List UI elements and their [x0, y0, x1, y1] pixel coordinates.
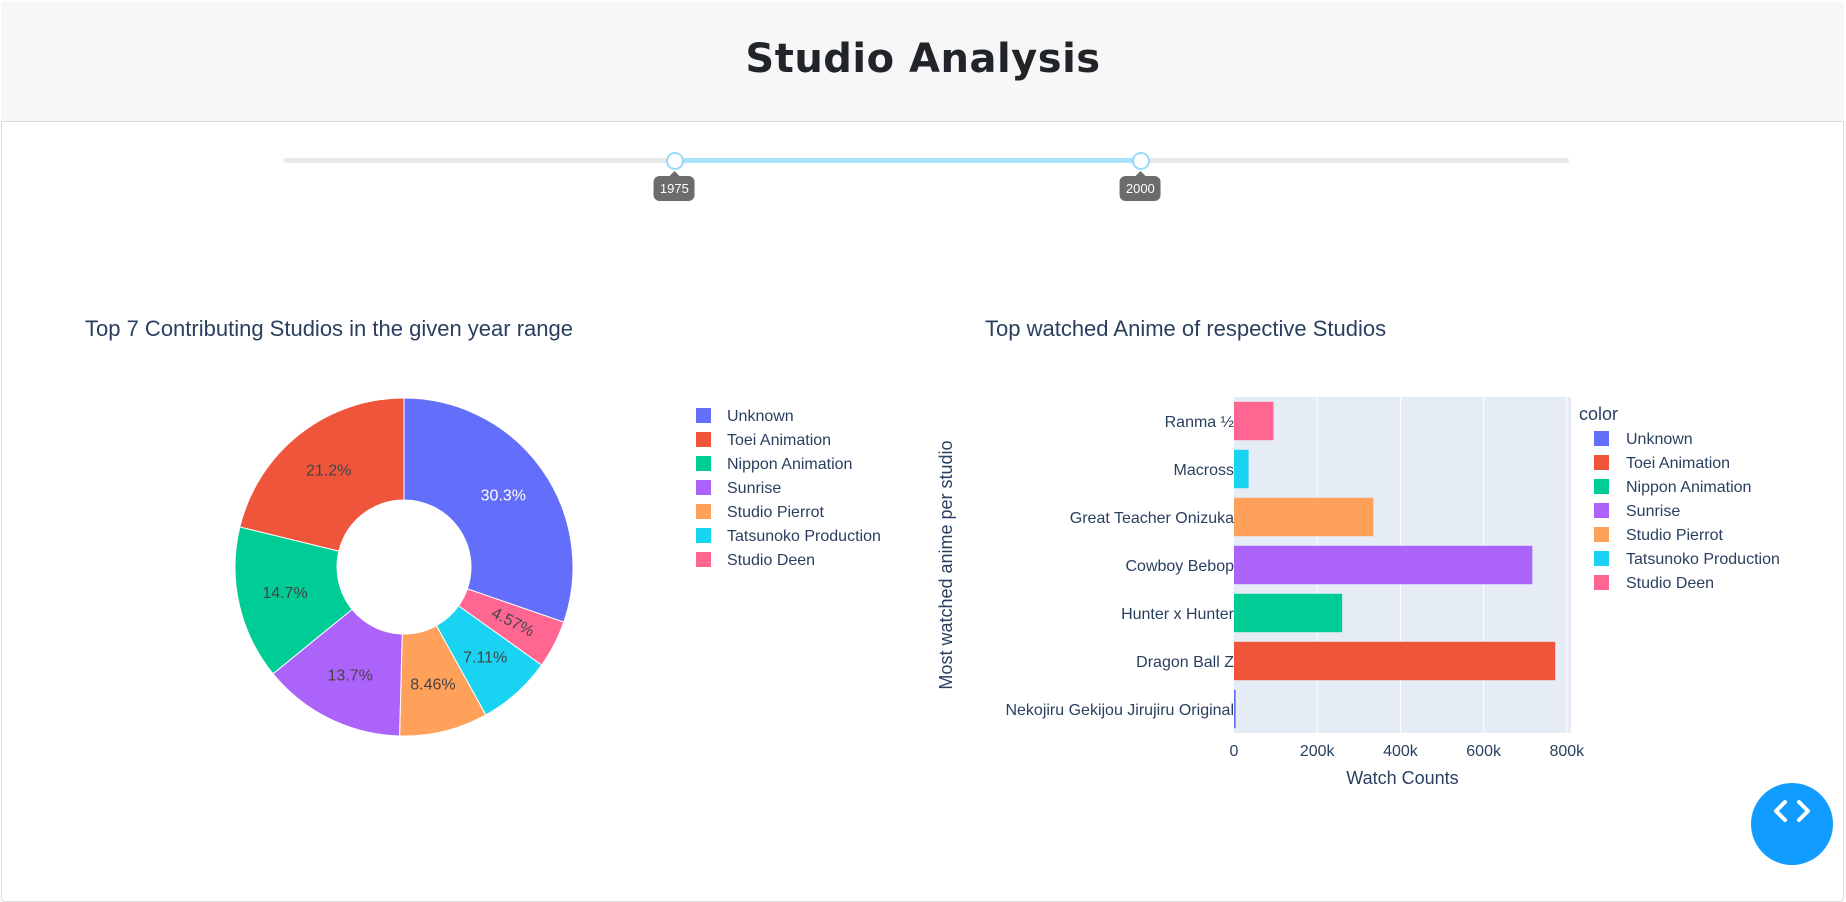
pie-slice-label: 21.2%: [306, 462, 351, 479]
legend-swatch[interactable]: [1594, 503, 1609, 518]
legend-title: color: [1579, 404, 1618, 424]
legend-swatch[interactable]: [1594, 455, 1609, 470]
year-range-slider[interactable]: 1975 2000: [283, 152, 1569, 204]
code-icon: [1774, 800, 1810, 822]
y-tick-label: Hunter x Hunter: [1121, 606, 1235, 623]
pie-chart-title: Top 7 Contributing Studios in the given …: [85, 316, 573, 341]
legend-swatch[interactable]: [1594, 527, 1609, 542]
bar[interactable]: [1234, 641, 1556, 681]
bar[interactable]: [1234, 689, 1236, 729]
slider-handle-start[interactable]: [666, 152, 685, 170]
legend-swatch[interactable]: [696, 408, 711, 423]
legend-swatch[interactable]: [696, 480, 711, 495]
pie-slice-label: 30.3%: [481, 487, 526, 504]
legend-label[interactable]: Sunrise: [1626, 503, 1680, 520]
bar[interactable]: [1234, 593, 1343, 633]
pie-slice-label: 13.7%: [328, 668, 373, 685]
page-title: Studio Analysis: [745, 36, 1101, 82]
pie-slice-label: 7.11%: [463, 649, 507, 666]
legend-label[interactable]: Toei Animation: [727, 432, 831, 449]
y-tick-label: Nekojiru Gekijou Jirujiru Original: [1005, 702, 1234, 719]
legend-swatch[interactable]: [1594, 575, 1609, 590]
slider-tooltip-start: 1975: [653, 171, 695, 201]
legend-label[interactable]: Unknown: [1626, 431, 1693, 448]
y-tick-label: Great Teacher Onizuka: [1070, 510, 1234, 527]
legend-swatch[interactable]: [1594, 479, 1609, 494]
y-tick-label: Cowboy Bebop: [1125, 558, 1234, 575]
y-tick-label: Macross: [1174, 462, 1234, 479]
legend-label[interactable]: Studio Deen: [727, 552, 815, 569]
y-tick-label: Ranma ½: [1165, 414, 1234, 431]
bar[interactable]: [1234, 497, 1374, 537]
x-tick-label: 200k: [1300, 743, 1336, 760]
legend-swatch[interactable]: [1594, 551, 1609, 566]
legend-swatch[interactable]: [696, 552, 711, 567]
slider-tooltip-end: 2000: [1119, 171, 1161, 201]
x-tick-label: 600k: [1466, 743, 1502, 760]
legend-label[interactable]: Studio Pierrot: [727, 504, 824, 521]
slider-handle-end[interactable]: [1132, 152, 1151, 170]
bar-chart-title: Top watched Anime of respective Studios: [985, 316, 1387, 341]
x-tick-label: 800k: [1549, 743, 1585, 760]
legend-label[interactable]: Nippon Animation: [727, 456, 852, 473]
legend-label[interactable]: Unknown: [727, 408, 794, 425]
pie-slice-label: 8.46%: [410, 677, 455, 694]
legend-label[interactable]: Toei Animation: [1626, 455, 1730, 472]
debug-toggle-button[interactable]: [1751, 783, 1833, 865]
bar[interactable]: [1234, 401, 1274, 441]
x-tick-label: 0: [1230, 743, 1239, 760]
legend-label[interactable]: Nippon Animation: [1626, 479, 1751, 496]
x-axis-title: Watch Counts: [1346, 768, 1458, 788]
pie-slice-label: 14.7%: [262, 585, 307, 602]
pie-slice[interactable]: [403, 397, 574, 623]
bar[interactable]: [1234, 449, 1249, 489]
legend-swatch[interactable]: [696, 432, 711, 447]
legend-swatch[interactable]: [696, 528, 711, 543]
slider-track: [674, 158, 1141, 163]
bar[interactable]: [1234, 545, 1533, 585]
legend-label[interactable]: Sunrise: [727, 480, 781, 497]
y-axis-title: Most watched anime per studio: [936, 440, 956, 689]
legend-swatch[interactable]: [1594, 431, 1609, 446]
y-tick-label: Dragon Ball Z: [1136, 654, 1234, 671]
pie-chart: 30.3%4.57%7.11%8.46%13.7%14.7%21.2%Unkno…: [234, 397, 881, 737]
legend-label[interactable]: Tatsunoko Production: [1626, 551, 1780, 568]
legend-label[interactable]: Studio Deen: [1626, 575, 1714, 592]
legend-label[interactable]: Studio Pierrot: [1626, 527, 1723, 544]
legend-swatch[interactable]: [696, 456, 711, 471]
x-tick-label: 400k: [1383, 743, 1419, 760]
legend-swatch[interactable]: [696, 504, 711, 519]
legend-label[interactable]: Tatsunoko Production: [727, 528, 881, 545]
bar-chart: 0 200k 400k 600k 800k Ranma ½ Macross Great Tea…: [936, 397, 1780, 788]
